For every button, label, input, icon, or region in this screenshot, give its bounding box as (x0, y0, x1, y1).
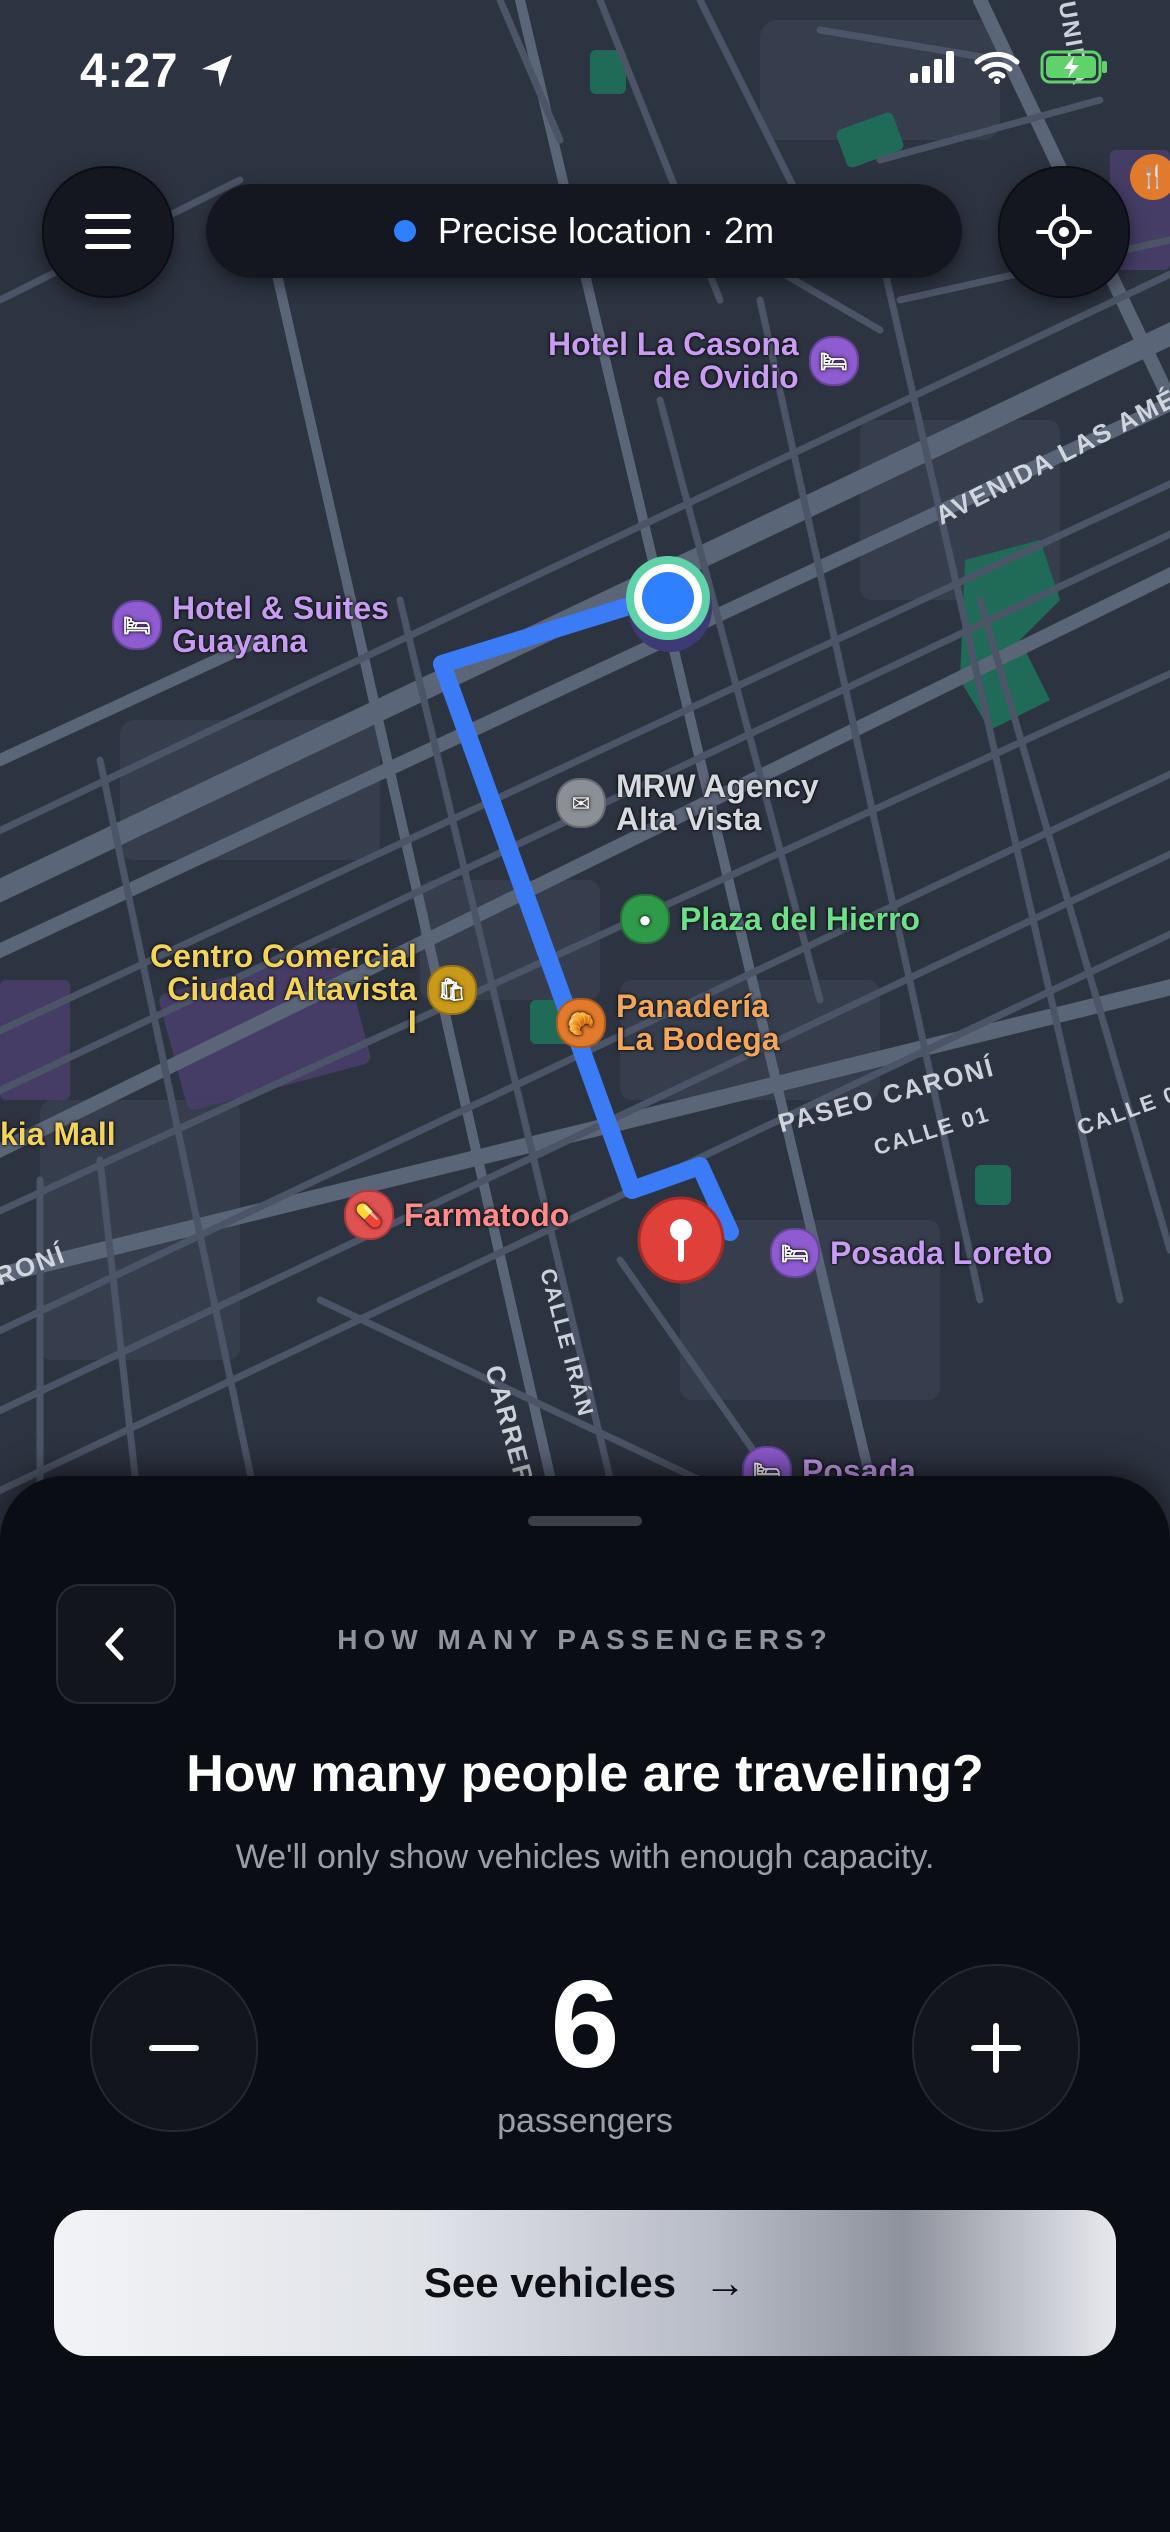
poi-mrw-agency[interactable]: ✉ MRW Agency Alta Vista (556, 770, 819, 836)
poi-hotel-la-casona[interactable]: Hotel La Casona de Ovidio 🛏 (548, 328, 859, 394)
cellular-signal-icon (910, 51, 954, 83)
question-subtitle: We'll only show vehicles with enough cap… (235, 1838, 935, 1876)
wifi-icon (974, 51, 1020, 84)
poi-kia-mall[interactable]: kia Mall (0, 1118, 116, 1151)
current-location-marker[interactable] (620, 548, 720, 658)
bed-icon: 🛏 (808, 336, 859, 386)
see-vehicles-button[interactable]: See vehicles → (54, 2210, 1116, 2356)
passenger-sheet: HOW MANY PASSENGERS? How many people are… (0, 1476, 1170, 2532)
restaurant-icon[interactable]: 🍴 (1130, 154, 1170, 200)
shopping-icon: 🛍 (426, 964, 477, 1015)
recenter-location-button[interactable] (998, 166, 1130, 298)
status-bar: 4:27 (0, 0, 1170, 140)
plus-icon (971, 2023, 1021, 2073)
question-heading: How many people are traveling? (186, 1745, 984, 1803)
step-title: HOW MANY PASSENGERS? (337, 1624, 833, 1655)
increment-passengers-button[interactable] (912, 1964, 1080, 2132)
precise-location-pill[interactable]: Precise location · 2m (206, 184, 962, 278)
hamburger-menu-icon (85, 214, 131, 249)
bed-icon: 🛏 (112, 600, 162, 650)
poi-hotel-suites-guayana[interactable]: 🛏 Hotel & Suites Guayana (112, 592, 389, 658)
poi-plaza-del-hierro[interactable]: ● Plaza del Hierro (620, 894, 920, 944)
arrow-right-icon: → (704, 2259, 747, 2306)
status-time: 4:27 (80, 44, 238, 99)
sheet-drag-handle[interactable] (528, 1516, 642, 1526)
menu-button[interactable] (42, 166, 174, 298)
mail-icon: ✉ (556, 778, 606, 828)
crosshair-icon (1036, 204, 1092, 260)
destination-pin-icon[interactable] (636, 1196, 726, 1292)
location-arrow-icon (201, 55, 232, 87)
park-icon: ● (620, 894, 670, 944)
poi-farmatodo[interactable]: 💊 Farmatodo (344, 1190, 569, 1240)
bed-icon: 🛏 (770, 1228, 820, 1278)
pharmacy-icon: 💊 (344, 1190, 394, 1240)
poi-panaderia[interactable]: 🥐 Panadería La Bodega (556, 990, 780, 1056)
battery-charging-icon (1040, 50, 1107, 84)
poi-centro-comercial[interactable]: Centro Comercial Ciudad Altavista I 🛍 (150, 940, 477, 1039)
bakery-icon: 🥐 (556, 998, 606, 1048)
poi-posada-loreto[interactable]: 🛏 Posada Loreto (770, 1228, 1052, 1278)
see-vehicles-label: See vehicles (423, 2259, 677, 2306)
location-status-dot (393, 220, 416, 242)
